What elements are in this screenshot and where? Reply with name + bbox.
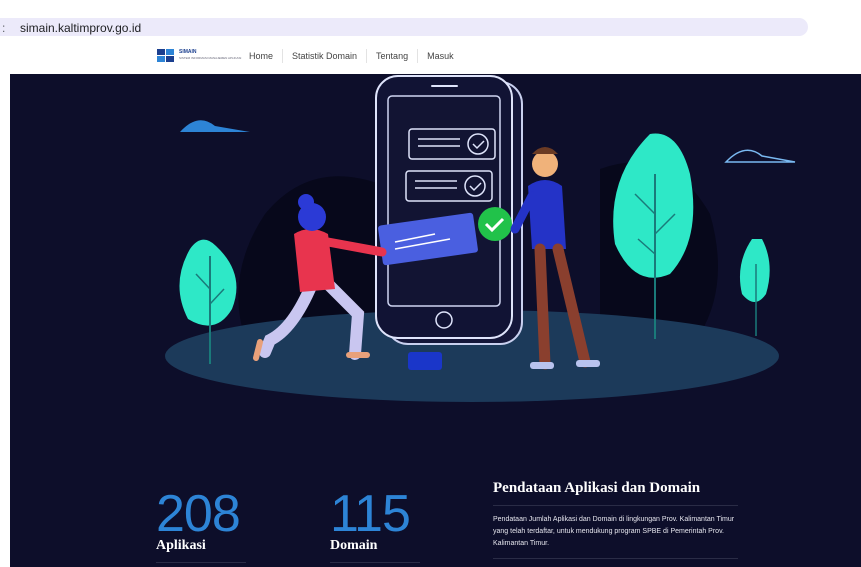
- tree-small-icon: [739, 239, 770, 302]
- man-figure: [532, 151, 558, 177]
- divider: [493, 505, 738, 506]
- nav-tentang[interactable]: Tentang: [367, 49, 419, 63]
- tree-left-icon: [179, 239, 237, 326]
- stat-aplikasi: 208 Aplikasi: [156, 488, 246, 563]
- divider: [330, 562, 420, 563]
- cloud-right-icon: [724, 149, 796, 163]
- divider: [493, 558, 738, 559]
- divider: [156, 562, 246, 563]
- info-heading: Pendataan Aplikasi dan Domain: [493, 480, 701, 496]
- url-text[interactable]: simain.kaltimprov.go.id: [20, 21, 141, 35]
- browser-address-bar: : simain.kaltimprov.go.id: [0, 0, 861, 36]
- nav-masuk[interactable]: Masuk: [418, 49, 463, 63]
- hero-section: 208 Aplikasi 115 Domain Pendataan Aplika…: [10, 74, 861, 567]
- box-icon: [408, 352, 442, 370]
- cloud-left-icon: [180, 120, 250, 132]
- stat-domain-value: 115: [330, 485, 411, 543]
- check-badge-icon: [478, 207, 512, 241]
- site-navbar: SIMAIN SISTEM INFORMASI MANAJEMEN APLIKA…: [10, 38, 861, 74]
- stat-domain: 115 Domain: [330, 488, 420, 563]
- nav-home[interactable]: Home: [240, 49, 284, 63]
- nav-links: Home Statistik Domain Tentang Masuk: [240, 38, 463, 74]
- nav-statistik-domain[interactable]: Statistik Domain: [283, 49, 368, 63]
- tree-right-icon: [613, 133, 694, 278]
- logo-icon: [157, 49, 174, 62]
- info-block: Pendataan Aplikasi dan Domain Pendataan …: [493, 480, 743, 559]
- site-logo[interactable]: SIMAIN SISTEM INFORMASI MANAJEMEN APLIKA…: [157, 47, 241, 65]
- site-info-icon[interactable]: :: [2, 21, 5, 35]
- stat-aplikasi-value: 208: [156, 485, 241, 543]
- info-body: Pendataan Jumlah Aplikasi dan Domain di …: [493, 516, 735, 547]
- logo-title: SIMAIN: [179, 49, 197, 55]
- logo-subtitle: SISTEM INFORMASI MANAJEMEN APLIKASI: [179, 56, 242, 60]
